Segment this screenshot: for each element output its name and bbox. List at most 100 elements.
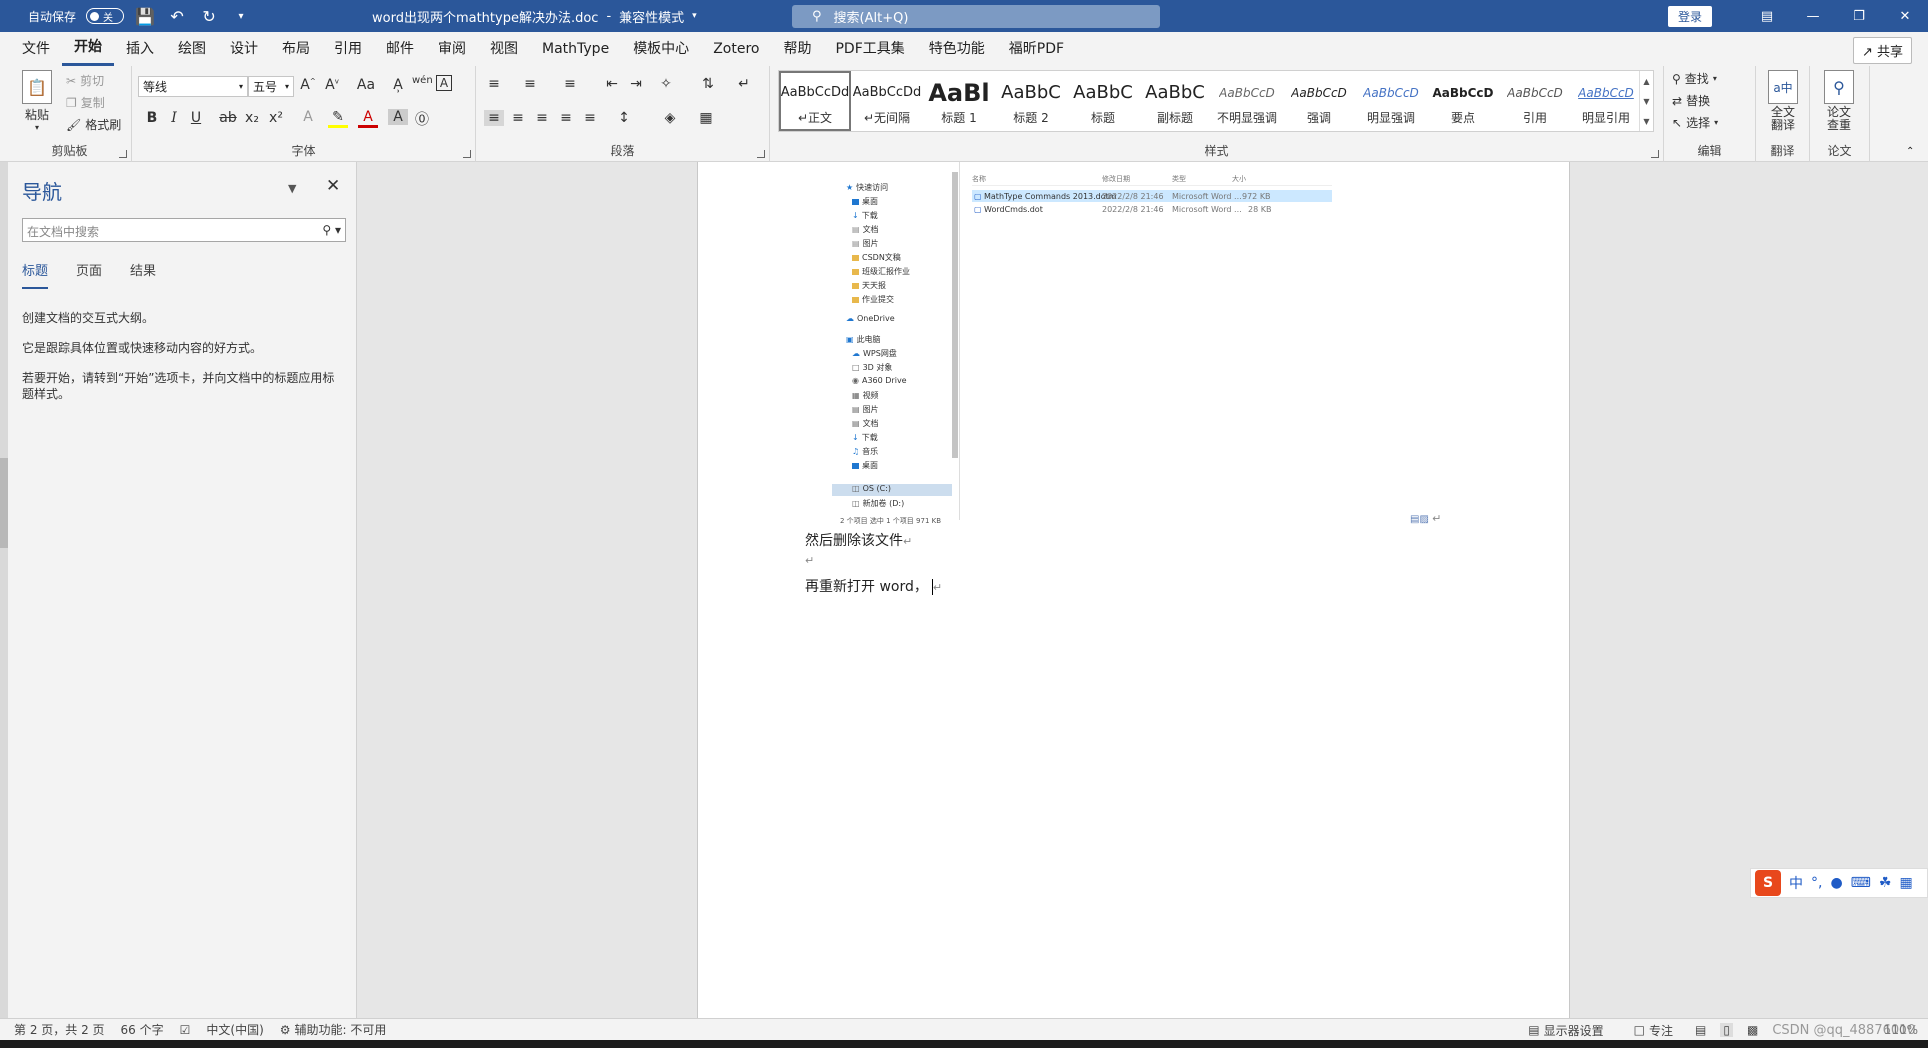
layout-options-icon[interactable]: ▤▨ ↵ (1410, 512, 1441, 525)
shrink-font-icon[interactable]: Av (322, 77, 342, 93)
ribbon-display-icon[interactable]: ▤ (1744, 0, 1790, 32)
embedded-screenshot[interactable]: ★ 快速访问 桌面 ↓ 下载 ▤ 文档 ▤ 图片 CSDN文稿 班级汇报作业 天天报 作… (832, 162, 1332, 530)
underline-button[interactable]: U (186, 110, 206, 126)
borders-icon[interactable]: ▦ (696, 110, 716, 126)
minimize-icon[interactable]: — (1790, 0, 1836, 32)
tab-review[interactable]: 审阅 (426, 32, 478, 66)
word-count[interactable]: 66 个字 (113, 1021, 172, 1038)
bold-button[interactable]: B (142, 110, 162, 126)
clear-format-icon[interactable]: A̹ (388, 77, 408, 93)
grid-icon[interactable]: ▦ (1899, 875, 1912, 891)
restore-icon[interactable]: ❐ (1836, 0, 1882, 32)
italic-button[interactable]: I (164, 110, 184, 126)
style-emphasis[interactable]: AaBbCcD 强调 (1283, 71, 1355, 131)
shading-icon[interactable]: ◈ (660, 110, 680, 126)
char-shading-icon[interactable]: A (388, 109, 408, 125)
style-strong[interactable]: AaBbCcD 要点 (1427, 71, 1499, 131)
nav-options-icon[interactable]: ▼ (288, 182, 296, 195)
font-size-select[interactable]: 五号 ▾ (248, 76, 294, 97)
line-spacing-icon[interactable]: ↕ (614, 110, 634, 126)
highlight-icon[interactable]: ✎ (328, 109, 348, 128)
styles-scroll[interactable]: ▲ ▼ ▼ (1639, 71, 1653, 131)
style-intense-quote[interactable]: AaBbCcD 明显引用 (1571, 71, 1641, 131)
multilevel-list-icon[interactable]: ≡ (560, 76, 580, 92)
cut-button[interactable]: ✂ 剪切 (66, 72, 104, 89)
strikethrough-button[interactable]: ab (216, 110, 240, 126)
find-button[interactable]: ⚲ 查找 ▾ (1672, 70, 1717, 87)
autosave-toggle[interactable]: 关 (86, 8, 125, 24)
grow-font-icon[interactable]: A^ (298, 77, 318, 93)
select-button[interactable]: ↖ 选择 ▾ (1672, 114, 1718, 131)
tab-features[interactable]: 特色功能 (917, 32, 997, 66)
ime-toolbar[interactable]: S 中 °, ● ⌨ ☘ ▦ (1750, 868, 1928, 898)
nav-tab-pages[interactable]: 页面 (76, 260, 102, 289)
keyboard-icon[interactable]: ⌨ (1851, 875, 1871, 891)
tab-draw[interactable]: 绘图 (166, 32, 218, 66)
char-border-icon[interactable]: A (436, 75, 452, 91)
nav-tab-results[interactable]: 结果 (130, 260, 156, 289)
ime-mode[interactable]: 中 (1789, 873, 1803, 893)
style-subtle-emphasis[interactable]: AaBbCcD 不明显强调 (1211, 71, 1283, 131)
print-layout-icon[interactable]: ▯ (1720, 1023, 1733, 1037)
distributed-icon[interactable]: ≡ (580, 110, 600, 126)
align-left-icon[interactable]: ≡ (484, 110, 504, 126)
tab-pdf-tools[interactable]: PDF工具集 (823, 32, 916, 66)
doc-paragraph[interactable]: 然后删除该文件↵ (805, 530, 912, 550)
proofing-icon[interactable]: ☑ (172, 1023, 199, 1037)
tab-template-center[interactable]: 模板中心 (621, 32, 701, 66)
microphone-icon[interactable]: ● (1830, 875, 1842, 891)
justify-icon[interactable]: ≡ (556, 110, 576, 126)
style-heading1[interactable]: AaBl 标题 1 (923, 71, 995, 131)
web-layout-icon[interactable]: ▩ (1747, 1023, 1758, 1037)
style-normal[interactable]: AaBbCcDd ↵正文 (779, 71, 851, 131)
read-mode-icon[interactable]: ▤ (1695, 1023, 1706, 1037)
sort-icon[interactable]: ⇅ (698, 76, 718, 92)
close-icon[interactable]: ✕ (326, 176, 340, 196)
asian-layout-icon[interactable]: ✧ (656, 76, 676, 92)
paper-check-button[interactable]: ⚲ 论文查重 (1822, 70, 1856, 132)
search-box[interactable]: ⚲ 搜索(Alt+Q) (792, 5, 1160, 28)
text-effects-icon[interactable]: A (298, 109, 318, 125)
align-right-icon[interactable]: ≡ (532, 110, 552, 126)
tab-view[interactable]: 视图 (478, 32, 530, 66)
tab-insert[interactable]: 插入 (114, 32, 166, 66)
tab-zotero[interactable]: Zotero (701, 32, 771, 66)
bullets-icon[interactable]: ≡ (484, 76, 504, 92)
language-status[interactable]: 中文(中国) (198, 1021, 271, 1038)
subscript-button[interactable]: x₂ (242, 110, 262, 126)
style-quote[interactable]: AaBbCcD 引用 (1499, 71, 1571, 131)
save-icon[interactable]: 💾 (134, 5, 156, 27)
doc-empty-paragraph[interactable]: ↵ (805, 552, 814, 568)
format-painter-button[interactable]: 🖌 格式刷 (66, 116, 121, 133)
decrease-indent-icon[interactable]: ⇤ (602, 76, 622, 92)
collapse-ribbon-icon[interactable]: ⌃ (1906, 146, 1914, 157)
superscript-button[interactable]: x² (266, 110, 286, 126)
document-page[interactable]: ★ 快速访问 桌面 ↓ 下载 ▤ 文档 ▤ 图片 CSDN文稿 班级汇报作业 天天报 作… (697, 162, 1570, 1018)
close-icon[interactable]: ✕ (1882, 0, 1928, 32)
font-launcher-icon[interactable] (463, 150, 471, 158)
style-subtitle[interactable]: AaBbC 副标题 (1139, 71, 1211, 131)
redo-icon[interactable]: ↻ (198, 5, 220, 27)
full-translate-button[interactable]: a中 全文翻译 (1766, 70, 1800, 132)
accessibility-status[interactable]: ⚙ 辅助功能: 不可用 (272, 1021, 395, 1038)
undo-icon[interactable]: ↶ (166, 5, 188, 27)
style-intense-emphasis[interactable]: AaBbCcD 明显强调 (1355, 71, 1427, 131)
style-no-spacing[interactable]: AaBbCcDd ↵无间隔 (851, 71, 923, 131)
change-case-icon[interactable]: Aa (352, 77, 380, 93)
tab-mathtype[interactable]: MathType (530, 32, 621, 66)
tab-layout[interactable]: 布局 (270, 32, 322, 66)
font-name-select[interactable]: 等线 ▾ (138, 76, 248, 97)
skin-icon[interactable]: ☘ (1879, 875, 1892, 891)
copy-button[interactable]: ❐ 复制 (66, 94, 105, 111)
login-button[interactable]: 登录 (1667, 5, 1712, 27)
align-center-icon[interactable]: ≡ (508, 110, 528, 126)
show-marks-icon[interactable]: ↵ (734, 76, 754, 92)
style-heading2[interactable]: AaBbC 标题 2 (995, 71, 1067, 131)
paste-button[interactable]: 📋 粘贴 ▾ (22, 70, 52, 132)
increase-indent-icon[interactable]: ⇥ (626, 76, 646, 92)
tab-references[interactable]: 引用 (322, 32, 374, 66)
punctuation-icon[interactable]: °, (1811, 875, 1822, 891)
share-button[interactable]: ↗ 共享 (1852, 37, 1912, 64)
explorer-file-row[interactable]: ▢ WordCmds.dot 2022/2/8 21:46 Microsoft … (972, 203, 1332, 215)
document-title[interactable]: word出现两个mathtype解决办法.doc - 兼容性模式 ▾ (372, 0, 697, 32)
